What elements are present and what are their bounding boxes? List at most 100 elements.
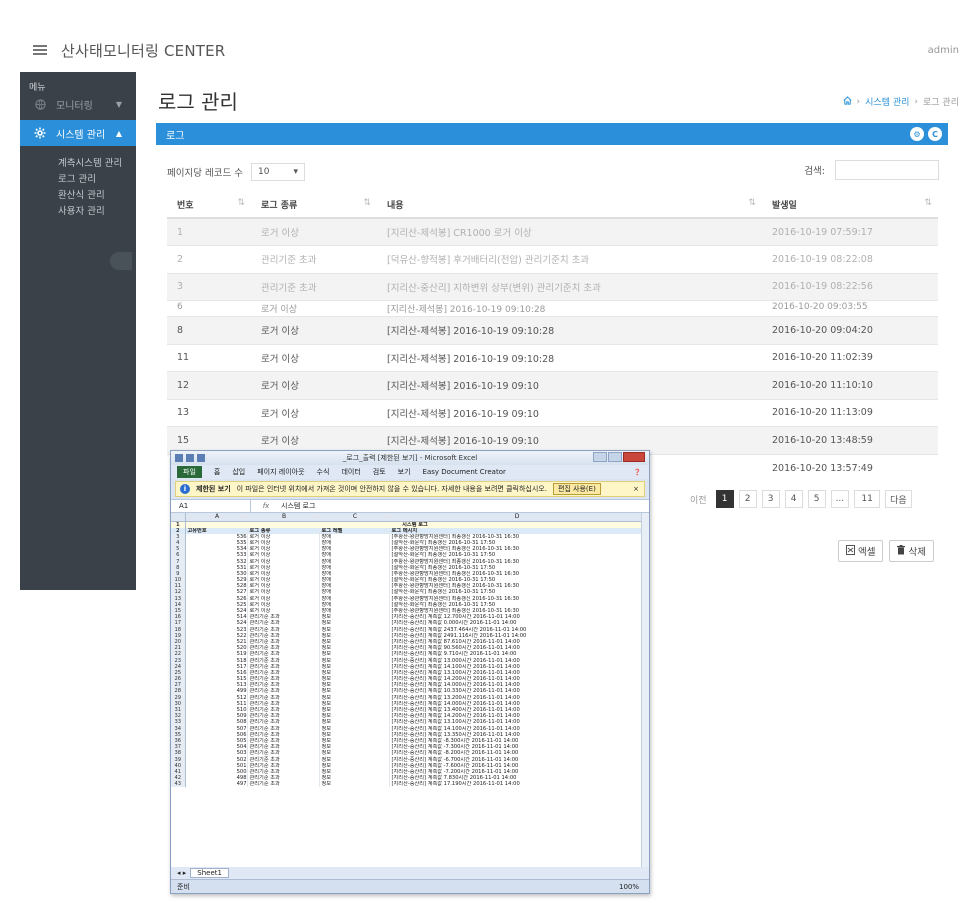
enable-editing-button[interactable]: 편집 사용(E) bbox=[552, 483, 601, 495]
per-page-select[interactable]: 10 ▾ bbox=[250, 163, 305, 181]
delete-button[interactable]: 삭제 bbox=[889, 540, 934, 562]
per-page-label: 페이지당 레코드 수 bbox=[167, 168, 243, 179]
excel-title-bar[interactable]: _로그_출력 [제한된 보기] - Microsoft Excel bbox=[171, 451, 649, 465]
column-header-content[interactable]: 내용 ⇅ bbox=[377, 192, 762, 219]
table-row[interactable]: 11 로거 이상 [지리산-제석봉] 2016-10-19 09:10:28 2016… bbox=[167, 343, 938, 372]
column-letter[interactable]: D bbox=[389, 513, 644, 522]
table-row[interactable]: 2 관리기준 초과 [덕유산-향적봉] 후거배터리(전압) 관리기준치 초과 2016… bbox=[167, 245, 938, 273]
sheet-nav-icon[interactable]: ◂ ▸ bbox=[177, 869, 186, 877]
ribbon-tab[interactable]: 페이지 레이아웃 bbox=[257, 467, 304, 477]
column-letter[interactable]: C bbox=[319, 513, 390, 522]
spreadsheet-icon bbox=[846, 544, 855, 558]
close-button[interactable] bbox=[623, 452, 645, 462]
spreadsheet-grid[interactable]: A B C D 1 시스템 로그 2 고유번호 로그 종류 로그 레벨 로그 메시지 3 536 로거 이… bbox=[171, 513, 649, 867]
excel-ribbon-tabs: 파일 홈 삽입 페이지 레이아웃 수식 데이터 검토 보기 Easy Docum… bbox=[171, 465, 649, 479]
table-row[interactable]: 6 로거 이상 [지리산-제석봉] 2016-10-19 09:10:28 2016-… bbox=[167, 300, 938, 317]
column-header-no[interactable]: 번호 ⇅ bbox=[167, 192, 251, 219]
sidebar-item-system-admin[interactable]: 시스템 관리 ▲ bbox=[20, 120, 136, 146]
sidebar-subitem-users[interactable]: 사용자 관리 bbox=[20, 202, 136, 218]
column-letter[interactable]: A bbox=[185, 513, 248, 522]
table-row[interactable]: 12 로거 이상 [지리산-제석봉] 2016-10-19 09:10 2016-10… bbox=[167, 371, 938, 399]
save-icon bbox=[186, 454, 194, 462]
zoom-level[interactable]: 100% bbox=[619, 883, 639, 891]
page-title: 로그 관리 bbox=[158, 90, 238, 114]
sidebar-subitem-measurement-system[interactable]: 계측시스템 관리 bbox=[20, 154, 136, 170]
vertical-scrollbar[interactable] bbox=[641, 513, 649, 867]
help-icon[interactable]: ❓ bbox=[634, 469, 641, 476]
sidebar-subitem-formula[interactable]: 환산식 관리 bbox=[20, 186, 136, 202]
pagination-page[interactable]: 4 bbox=[784, 490, 803, 508]
sheet-cell[interactable]: 정보 bbox=[319, 781, 390, 788]
ribbon-tab[interactable]: 데이터 bbox=[341, 467, 360, 477]
table-row[interactable]: 3 관리기준 초과 [지리산-중산리] 지하변위 상부(변위) 관리기준치 초과 20… bbox=[167, 272, 938, 301]
table-row[interactable]: 13 로거 이상 [지리산-제석봉] 2016-10-19 09:10 2016-10… bbox=[167, 398, 938, 427]
name-box[interactable]: A1 bbox=[171, 500, 251, 512]
trash-icon bbox=[897, 544, 906, 558]
excel-window[interactable]: _로그_출력 [제한된 보기] - Microsoft Excel 파일 홈 삽… bbox=[170, 450, 650, 894]
excel-button-label: 엑셀 bbox=[858, 547, 876, 558]
sheet-cell[interactable]: 관리기준 초과 bbox=[247, 781, 320, 788]
sheet-tab[interactable]: Sheet1 bbox=[190, 868, 229, 878]
ribbon-tab[interactable]: 검토 bbox=[373, 467, 386, 477]
status-text: 준비 bbox=[177, 882, 190, 891]
table-row[interactable]: 8 로거 이상 [지리산-제석봉] 2016-10-19 09:10:28 2016-… bbox=[167, 316, 938, 344]
hamburger-menu-icon[interactable] bbox=[33, 45, 47, 55]
sidebar-submenu: 계측시스템 관리 로그 관리 환산식 관리 사용자 관리 bbox=[20, 146, 136, 218]
pagination-page[interactable]: 3 bbox=[761, 490, 780, 508]
refresh-icon[interactable]: C bbox=[928, 127, 942, 141]
sheet-tabs-bar: ◂ ▸ Sheet1 bbox=[171, 867, 649, 879]
close-icon[interactable]: × bbox=[633, 485, 639, 493]
formula-input[interactable]: 시스템 로그 bbox=[281, 501, 315, 511]
pagination: 이전 1 2 3 4 5 ... 11 다음 bbox=[686, 490, 912, 508]
sheet-cell[interactable]: [지리산-중산리] 계측값 17.190시간 2016-11-01 14:00 bbox=[389, 781, 644, 788]
protected-view-message[interactable]: 이 파일은 인터넷 위치에서 가져온 것이며 안전하지 않을 수 있습니다. 자… bbox=[237, 484, 547, 494]
excel-button[interactable]: 엑셀 bbox=[838, 540, 884, 562]
pagination-page[interactable]: 11 bbox=[854, 490, 881, 508]
table-row[interactable]: 1 로거 이상 [지리산-제석봉] CR1000 로거 이상 2016-10-19 0… bbox=[167, 217, 938, 246]
sidebar-collapse-handle[interactable] bbox=[110, 252, 132, 270]
settings-icon[interactable]: ⚙ bbox=[910, 127, 924, 141]
status-bar: 준비 100% bbox=[171, 879, 649, 893]
ribbon-tab[interactable]: 보기 bbox=[398, 467, 411, 477]
sidebar: 메뉴 모니터링 ▼ 시스템 관리 ▲ 계측시스템 관리 로그 관리 환산식 관리… bbox=[20, 72, 136, 590]
search-input[interactable] bbox=[835, 160, 939, 180]
column-header-type[interactable]: 로그 종류 ⇅ bbox=[251, 192, 377, 219]
minimize-button[interactable] bbox=[593, 452, 607, 462]
search-control: 검색: bbox=[804, 160, 939, 180]
column-letter[interactable]: B bbox=[247, 513, 320, 522]
pagination-next[interactable]: 다음 bbox=[885, 490, 912, 508]
top-bar: 산사태모니터링 CENTER admin bbox=[20, 36, 977, 64]
sheet-cell[interactable]: 497 bbox=[185, 781, 248, 788]
ribbon-tab-file[interactable]: 파일 bbox=[177, 466, 202, 478]
pagination-page[interactable]: 1 bbox=[715, 490, 734, 508]
row-number[interactable]: 43 bbox=[171, 781, 186, 788]
ribbon-tab[interactable]: Easy Document Creator bbox=[423, 468, 506, 476]
breadcrumb-separator: › bbox=[914, 96, 919, 107]
sort-icon: ⇅ bbox=[363, 198, 371, 208]
select-all-corner[interactable] bbox=[171, 513, 186, 522]
ribbon-tab[interactable]: 홈 bbox=[214, 467, 220, 477]
sidebar-item-label: 시스템 관리 bbox=[56, 129, 106, 141]
chevron-up-icon: ▲ bbox=[115, 128, 122, 138]
excel-logo-icon bbox=[175, 454, 183, 462]
breadcrumb-current: 로그 관리 bbox=[923, 98, 959, 108]
sidebar-item-monitoring[interactable]: 모니터링 ▼ bbox=[20, 92, 136, 116]
pagination-prev[interactable]: 이전 bbox=[686, 490, 711, 508]
sidebar-item-label: 모니터링 bbox=[56, 100, 93, 112]
breadcrumb: › 시스템 관리 › 로그 관리 bbox=[843, 95, 959, 108]
pagination-page[interactable]: 2 bbox=[738, 490, 757, 508]
maximize-button[interactable] bbox=[608, 452, 622, 462]
ribbon-tab[interactable]: 수식 bbox=[317, 467, 330, 477]
sidebar-subitem-log[interactable]: 로그 관리 bbox=[20, 170, 136, 186]
fx-icon[interactable]: fx bbox=[251, 502, 281, 510]
gear-icon bbox=[34, 127, 46, 139]
app-title: 산사태모니터링 CENTER bbox=[61, 41, 226, 60]
pagination-page[interactable]: 5 bbox=[807, 490, 826, 508]
column-header-date[interactable]: 발생일 ⇅ bbox=[762, 192, 938, 219]
breadcrumb-system-admin[interactable]: 시스템 관리 bbox=[865, 95, 909, 108]
home-icon[interactable] bbox=[843, 95, 852, 108]
log-table: 번호 ⇅ 로그 종류 ⇅ 내용 ⇅ 발생일 ⇅ 1 로거 이상 [지리산-제석봉] CR10… bbox=[167, 192, 938, 482]
column-header-row: ABCD bbox=[171, 513, 644, 522]
user-name[interactable]: admin bbox=[928, 45, 959, 56]
ribbon-tab[interactable]: 삽입 bbox=[232, 467, 245, 477]
